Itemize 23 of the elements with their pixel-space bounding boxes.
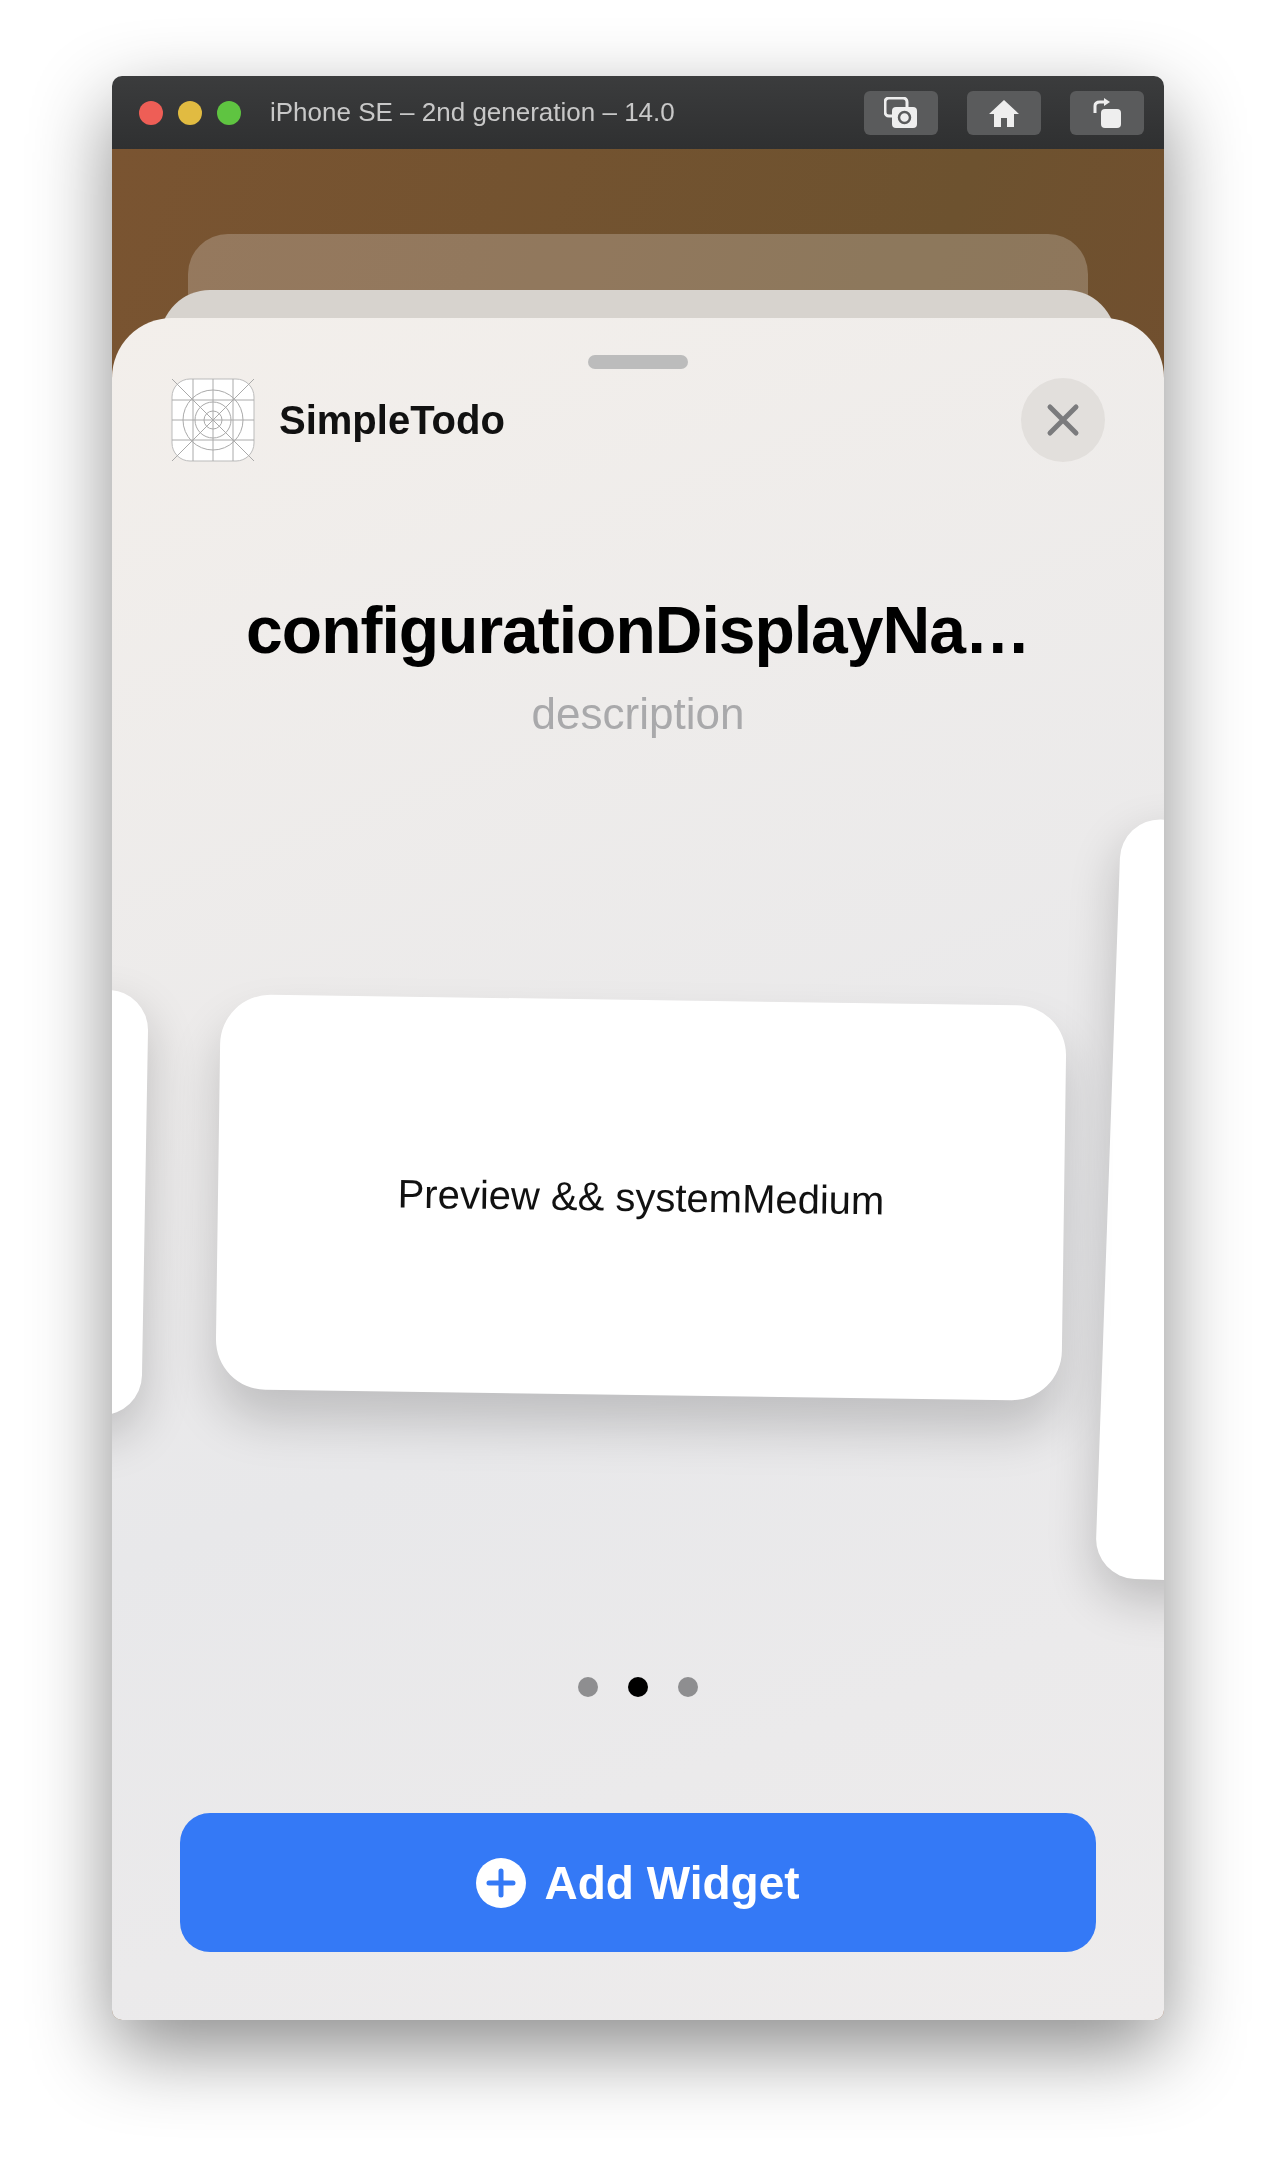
widget-preview-card[interactable]: Preview && systemMedium (215, 994, 1067, 1401)
page-dot[interactable] (578, 1677, 598, 1697)
widget-title: configurationDisplayNa… (246, 592, 1030, 669)
rotate-icon (1091, 96, 1123, 129)
toolbar-button[interactable] (864, 90, 938, 135)
add-widget-button[interactable]: Add Widget (180, 1813, 1096, 1952)
camera-icon (884, 96, 918, 129)
close-window-button[interactable] (139, 100, 163, 125)
app-name: SimpleTodo (279, 397, 506, 443)
grabber-handle[interactable] (588, 355, 688, 369)
page-dot[interactable] (628, 1677, 648, 1697)
toolbar-button[interactable] (1070, 90, 1144, 135)
minimize-window-button[interactable] (178, 100, 202, 125)
preview-text: Preview && systemMedium (397, 1171, 885, 1224)
plus-circle-icon (476, 1857, 527, 1908)
close-icon (1046, 403, 1080, 437)
window-title: iPhone SE – 2nd generation – 14.0 (270, 97, 676, 128)
page-dot[interactable] (678, 1677, 698, 1697)
zoom-window-button[interactable] (217, 100, 241, 125)
home-icon (987, 97, 1021, 128)
widget-description: description (531, 688, 745, 740)
app-icon (171, 378, 255, 462)
toolbar-button[interactable] (967, 90, 1041, 135)
